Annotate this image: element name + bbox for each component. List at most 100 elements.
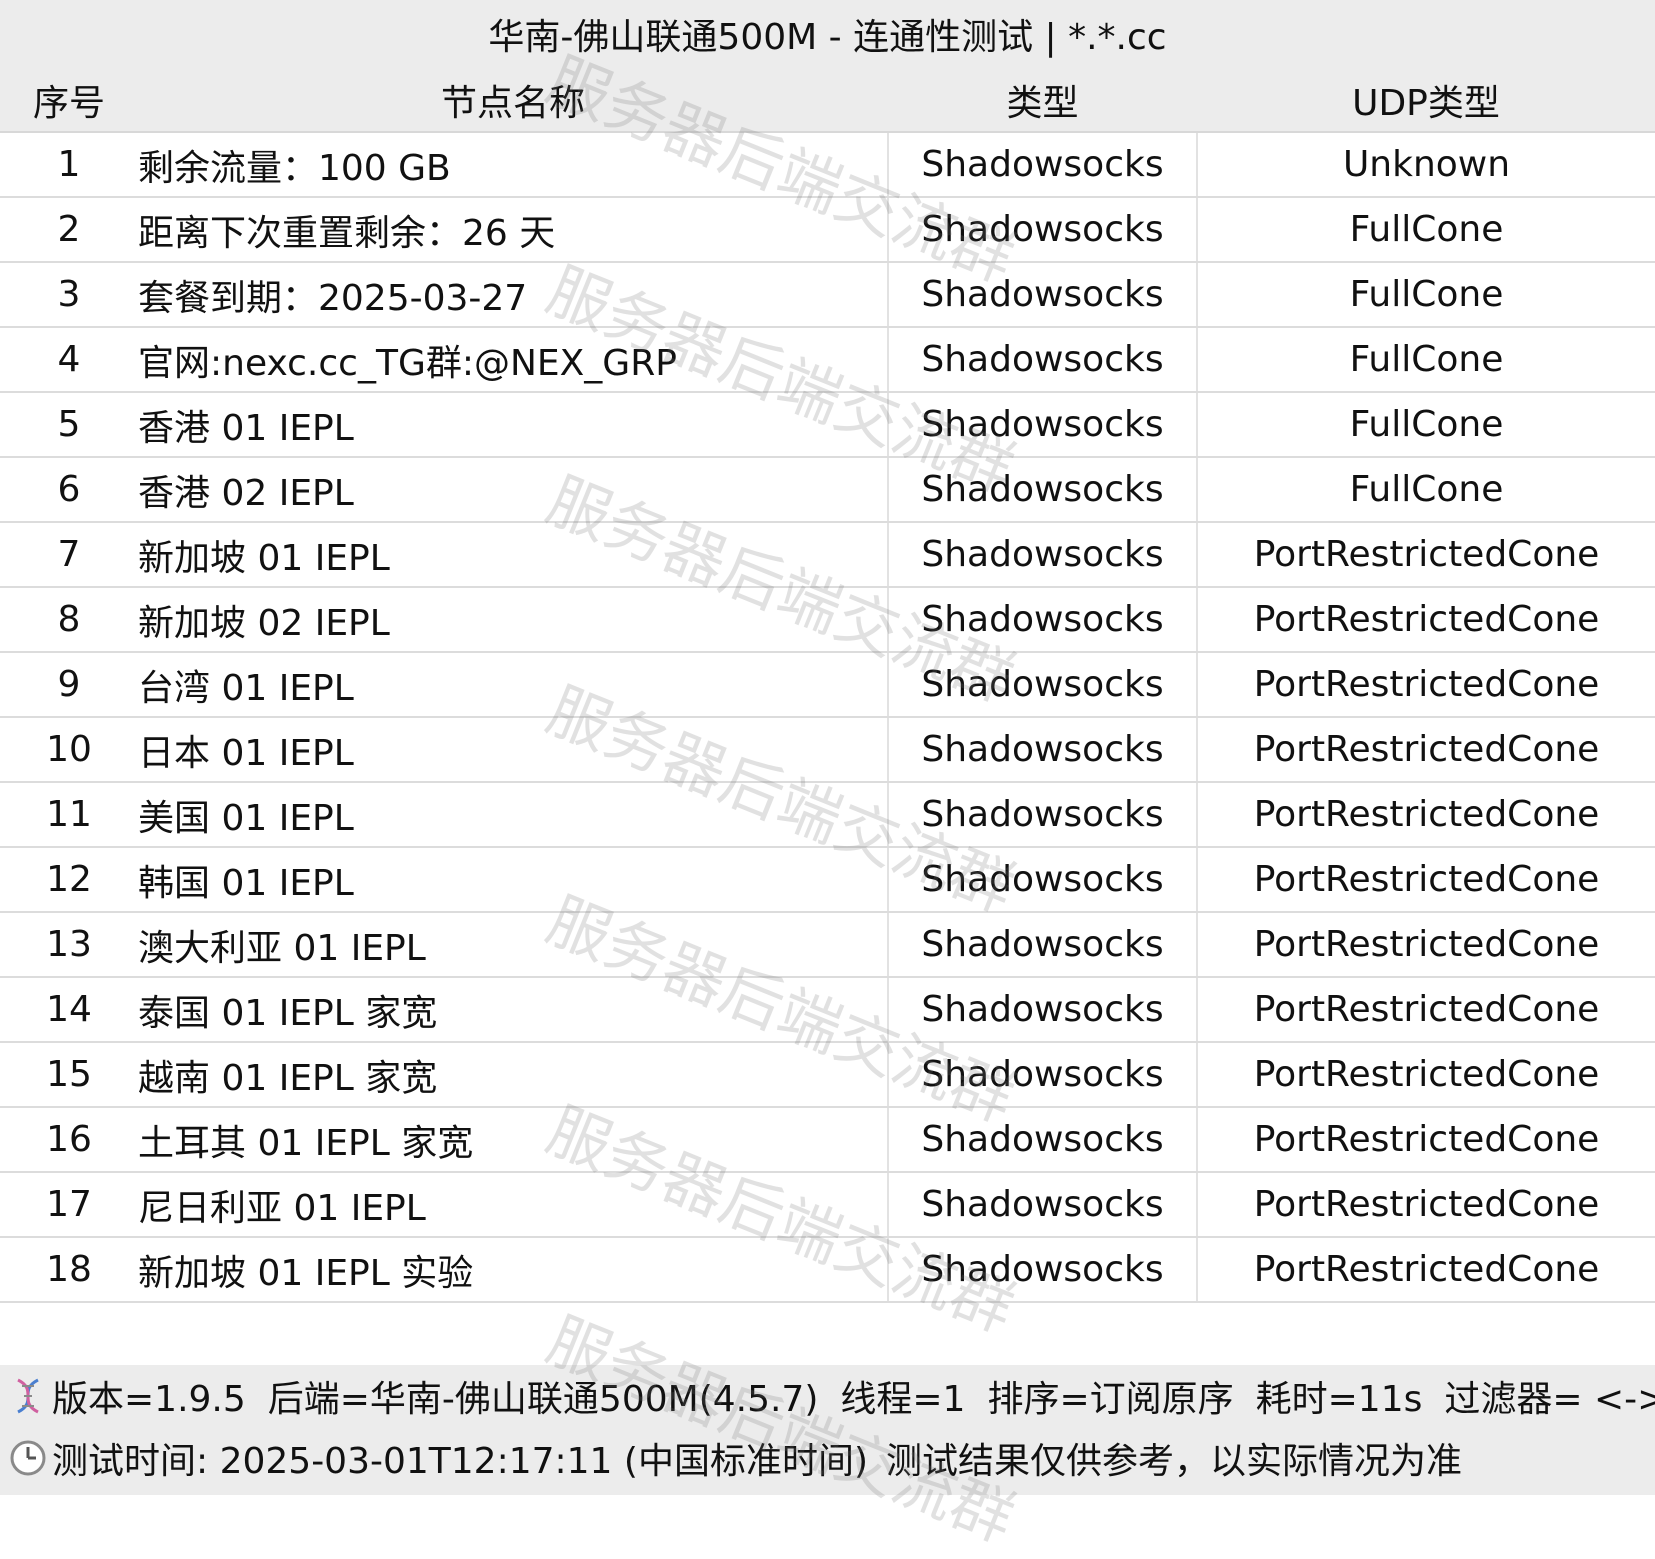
node-type: Shadowsocks	[887, 912, 1197, 978]
row-index: 16	[0, 1107, 138, 1173]
node-type: Shadowsocks	[887, 1172, 1197, 1238]
node-name: 香港 02 IEPL	[138, 457, 888, 523]
table-row: 9 台湾 01 IEPL Shadowsocks PortRestrictedCone	[0, 652, 1655, 718]
table-row: 4 官网:nexc.cc_TG群:@NEX_GRP Shadowsocks FullC…	[0, 327, 1655, 393]
row-index: 10	[0, 717, 138, 783]
node-name: 泰国 01 IEPL 家宽	[138, 977, 888, 1043]
node-type: Shadowsocks	[887, 262, 1197, 328]
node-type: Shadowsocks	[887, 1042, 1197, 1108]
node-name: 新加坡 02 IEPL	[138, 587, 888, 653]
row-index: 4	[0, 327, 138, 393]
table-row: 10 日本 01 IEPL Shadowsocks PortRestrictedCon…	[0, 717, 1655, 783]
node-name: 剩余流量：100 GB	[138, 132, 888, 198]
row-index: 13	[0, 912, 138, 978]
udp-type: PortRestrictedCone	[1196, 652, 1655, 718]
node-type: Shadowsocks	[887, 587, 1197, 653]
table-row: 8 新加坡 02 IEPL Shadowsocks PortRestrictedCon…	[0, 587, 1655, 653]
table-row: 1 剩余流量：100 GB Shadowsocks Unknown	[0, 132, 1655, 198]
udp-type: PortRestrictedCone	[1196, 977, 1655, 1043]
footer-filter: 过滤器= <->	[1444, 1379, 1655, 1420]
udp-type: FullCone	[1196, 262, 1655, 328]
footer-info-line: 版本=1.9.5 后端=华南-佛山联通500M(4.5.7) 线程=1 排序=订…	[8, 1365, 1655, 1427]
udp-type: PortRestrictedCone	[1196, 782, 1655, 848]
udp-type: PortRestrictedCone	[1196, 522, 1655, 588]
node-name: 澳大利亚 01 IEPL	[138, 912, 888, 978]
row-index: 18	[0, 1237, 138, 1303]
results-table: 序号 节点名称 类型 UDP类型 1 剩余流量：100 GB Shadowsocks…	[0, 68, 1655, 1303]
footer-sort: 排序=订阅原序	[987, 1379, 1234, 1420]
row-index: 6	[0, 457, 138, 523]
row-index: 2	[0, 197, 138, 263]
row-index: 11	[0, 782, 138, 848]
footer-test-time: 测试时间: 2025-03-01T12:17:11 (中国标准时间)	[52, 1441, 868, 1482]
header-udp-type: UDP类型	[1197, 68, 1655, 133]
node-name: 越南 01 IEPL 家宽	[138, 1042, 888, 1108]
udp-type: PortRestrictedCone	[1196, 587, 1655, 653]
title-bar: 华南-佛山联通500M - 连通性测试 | *.*.cc	[0, 0, 1655, 68]
node-name: 香港 01 IEPL	[138, 392, 888, 458]
node-type: Shadowsocks	[887, 327, 1197, 393]
table-body: 1 剩余流量：100 GB Shadowsocks Unknown 2 距离下次重置剩余…	[0, 132, 1655, 1303]
node-name: 官网:nexc.cc_TG群:@NEX_GRP	[138, 327, 888, 393]
node-type: Shadowsocks	[887, 392, 1197, 458]
table-row: 12 韩国 01 IEPL Shadowsocks PortRestrictedCon…	[0, 847, 1655, 913]
table-row: 5 香港 01 IEPL Shadowsocks FullCone	[0, 392, 1655, 458]
node-name: 套餐到期：2025-03-27	[138, 262, 888, 328]
node-name: 美国 01 IEPL	[138, 782, 888, 848]
row-index: 9	[0, 652, 138, 718]
udp-type: PortRestrictedCone	[1196, 1107, 1655, 1173]
table-row: 6 香港 02 IEPL Shadowsocks FullCone	[0, 457, 1655, 523]
page-title: 华南-佛山联通500M - 连通性测试 | *.*.cc	[488, 17, 1167, 58]
udp-type: FullCone	[1196, 457, 1655, 523]
footer-time-line: 测试时间: 2025-03-01T12:17:11 (中国标准时间) 测试结果仅…	[8, 1427, 1462, 1489]
table-row: 18 新加坡 01 IEPL 实验 Shadowsocks PortRestricte…	[0, 1237, 1655, 1303]
node-type: Shadowsocks	[887, 1237, 1197, 1303]
table-row: 15 越南 01 IEPL 家宽 Shadowsocks PortRestricted…	[0, 1042, 1655, 1108]
node-type: Shadowsocks	[887, 197, 1197, 263]
node-name: 日本 01 IEPL	[138, 717, 888, 783]
node-type: Shadowsocks	[887, 652, 1197, 718]
node-type: Shadowsocks	[887, 977, 1197, 1043]
node-name: 尼日利亚 01 IEPL	[138, 1172, 888, 1238]
udp-type: PortRestrictedCone	[1196, 717, 1655, 783]
node-name: 台湾 01 IEPL	[138, 652, 888, 718]
udp-type: PortRestrictedCone	[1196, 1042, 1655, 1108]
udp-type: FullCone	[1196, 392, 1655, 458]
node-name: 韩国 01 IEPL	[138, 847, 888, 913]
header-type: 类型	[888, 68, 1197, 133]
footer-version: 版本=1.9.5	[52, 1379, 246, 1420]
row-index: 14	[0, 977, 138, 1043]
udp-type: PortRestrictedCone	[1196, 847, 1655, 913]
row-index: 5	[0, 392, 138, 458]
dna-icon	[8, 1376, 48, 1416]
table-row: 7 新加坡 01 IEPL Shadowsocks PortRestrictedCon…	[0, 522, 1655, 588]
udp-type: Unknown	[1196, 132, 1655, 198]
node-name: 新加坡 01 IEPL	[138, 522, 888, 588]
udp-type: PortRestrictedCone	[1196, 912, 1655, 978]
table-row: 2 距离下次重置剩余：26 天 Shadowsocks FullCone	[0, 197, 1655, 263]
udp-type: PortRestrictedCone	[1196, 1237, 1655, 1303]
row-index: 17	[0, 1172, 138, 1238]
row-index: 8	[0, 587, 138, 653]
footer-elapsed: 耗时=11s	[1255, 1379, 1423, 1420]
footer-backend: 后端=华南-佛山联通500M(4.5.7)	[267, 1379, 819, 1420]
node-name: 新加坡 01 IEPL 实验	[138, 1237, 888, 1303]
node-type: Shadowsocks	[887, 1107, 1197, 1173]
footer-disclaimer: 测试结果仅供参考，以实际情况为准	[886, 1441, 1463, 1482]
node-type: Shadowsocks	[887, 717, 1197, 783]
table-row: 16 土耳其 01 IEPL 家宽 Shadowsocks PortRestricte…	[0, 1107, 1655, 1173]
node-type: Shadowsocks	[887, 847, 1197, 913]
node-type: Shadowsocks	[887, 132, 1197, 198]
udp-type: FullCone	[1196, 197, 1655, 263]
node-type: Shadowsocks	[887, 522, 1197, 588]
footer-threads: 线程=1	[840, 1379, 966, 1420]
table-row: 13 澳大利亚 01 IEPL Shadowsocks PortRestrictedC…	[0, 912, 1655, 978]
table-header: 序号 节点名称 类型 UDP类型	[0, 68, 1655, 133]
row-index: 1	[0, 132, 138, 198]
node-type: Shadowsocks	[887, 457, 1197, 523]
udp-type: PortRestrictedCone	[1196, 1172, 1655, 1238]
header-name: 节点名称	[138, 68, 888, 133]
table-row: 11 美国 01 IEPL Shadowsocks PortRestrictedCon…	[0, 782, 1655, 848]
row-index: 15	[0, 1042, 138, 1108]
clock-icon	[8, 1438, 48, 1478]
